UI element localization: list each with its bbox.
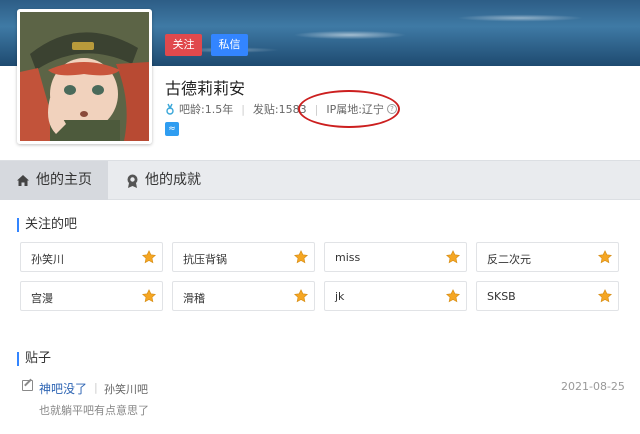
tab-achievements-label: 他的成就: [145, 172, 201, 188]
username: 古德莉莉安: [165, 79, 246, 98]
profile-tabs: 他的主页 他的成就: [0, 160, 640, 200]
post-excerpt: 也就躺平吧有点意思了: [39, 404, 149, 417]
post-bar-link[interactable]: 孙笑川吧: [104, 381, 148, 397]
tab-home[interactable]: 他的主页: [0, 161, 108, 200]
tab-achievements[interactable]: 他的成就: [110, 161, 218, 200]
member-badge-icon[interactable]: ≈: [165, 122, 179, 136]
bar-age: 吧龄:1.5年: [179, 103, 234, 116]
follow-button[interactable]: 关注: [165, 34, 202, 56]
avatar[interactable]: [17, 9, 152, 144]
stats-divider: |: [241, 102, 245, 116]
home-icon: [17, 175, 29, 186]
post-title-link[interactable]: 神吧没了: [39, 380, 87, 397]
post-list: 神吧没了 | 孙笑川吧 2021-08-25 也就躺平吧有点意思了: [0, 200, 640, 434]
profile-page: 关注 私信 古德莉莉安 吧龄:1.5年 | 发贴:1583 | IP属地:辽宁 …: [0, 0, 640, 434]
avatar-illustration: [20, 12, 149, 141]
post-date: 2021-08-25: [561, 380, 625, 393]
tab-home-label: 他的主页: [36, 172, 92, 188]
bar-age-icon: [165, 103, 175, 115]
ip-highlight-circle: [298, 90, 400, 128]
post-meta-divider: |: [94, 381, 98, 394]
message-button[interactable]: 私信: [211, 34, 248, 56]
edit-post-icon: [22, 380, 33, 391]
medal-icon: [127, 174, 138, 188]
